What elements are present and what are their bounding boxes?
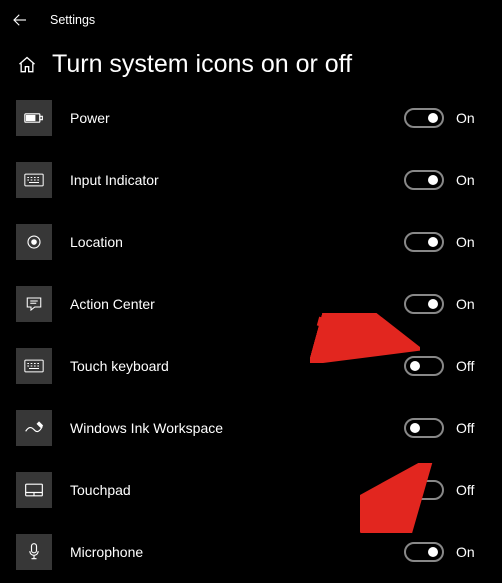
window-title: Settings — [50, 13, 95, 27]
row-microphone: Microphone On — [0, 521, 502, 583]
touch-keyboard-icon — [16, 348, 52, 384]
toggle-ink-workspace[interactable] — [404, 418, 444, 438]
row-ink-workspace: Windows Ink Workspace Off — [0, 397, 502, 459]
ink-icon — [16, 410, 52, 446]
toggle-input-indicator[interactable] — [404, 170, 444, 190]
row-touchpad: Touchpad Off — [0, 459, 502, 521]
row-touch-keyboard: Touch keyboard Off — [0, 335, 502, 397]
keyboard-icon — [16, 162, 52, 198]
toggle-state: On — [456, 172, 480, 188]
toggle-location[interactable] — [404, 232, 444, 252]
row-location: Location On — [0, 211, 502, 273]
toggle-microphone[interactable] — [404, 542, 444, 562]
page-title: Turn system icons on or off — [52, 50, 352, 79]
row-input-indicator: Input Indicator On — [0, 149, 502, 211]
row-action-center: Action Center On — [0, 273, 502, 335]
microphone-icon — [16, 534, 52, 570]
toggle-state: Off — [456, 420, 480, 436]
toggle-state: Off — [456, 482, 480, 498]
row-label: Input Indicator — [70, 172, 404, 188]
row-label: Touchpad — [70, 482, 404, 498]
home-icon[interactable] — [16, 54, 38, 76]
toggle-state: On — [456, 234, 480, 250]
row-label: Windows Ink Workspace — [70, 420, 404, 436]
power-icon — [16, 100, 52, 136]
toggle-touchpad[interactable] — [404, 480, 444, 500]
row-label: Power — [70, 110, 404, 126]
row-label: Touch keyboard — [70, 358, 404, 374]
window-header: Settings — [0, 0, 502, 40]
settings-list: Power On Input Indicator On Lo — [0, 87, 502, 583]
back-button[interactable] — [8, 8, 32, 32]
location-icon — [16, 224, 52, 260]
toggle-state: On — [456, 296, 480, 312]
toggle-touch-keyboard[interactable] — [404, 356, 444, 376]
action-center-icon — [16, 286, 52, 322]
row-label: Action Center — [70, 296, 404, 312]
toggle-state: Off — [456, 358, 480, 374]
row-label: Microphone — [70, 544, 404, 560]
toggle-power[interactable] — [404, 108, 444, 128]
toggle-state: On — [456, 544, 480, 560]
page-title-row: Turn system icons on or off — [0, 40, 502, 87]
touchpad-icon — [16, 472, 52, 508]
toggle-action-center[interactable] — [404, 294, 444, 314]
row-label: Location — [70, 234, 404, 250]
toggle-state: On — [456, 110, 480, 126]
row-power: Power On — [0, 87, 502, 149]
